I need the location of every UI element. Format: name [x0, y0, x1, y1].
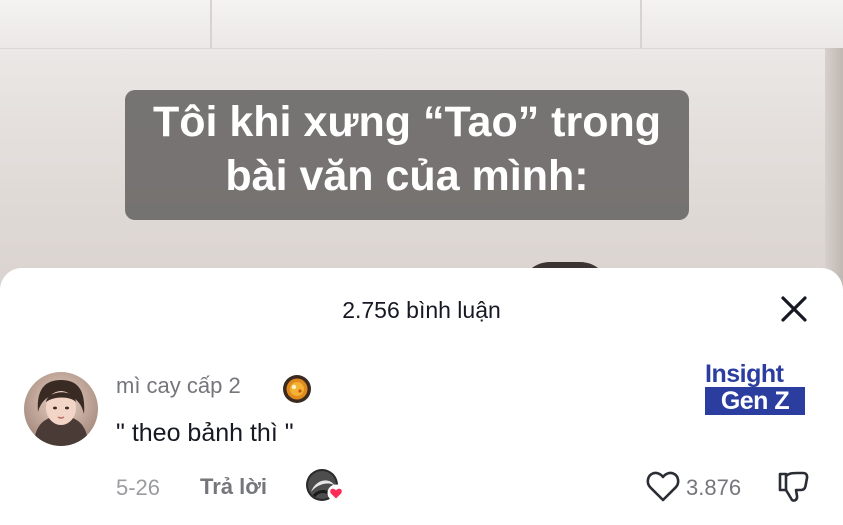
- video-frame[interactable]: Tôi khi xưng “Tao” trong bài văn của mìn…: [0, 0, 843, 300]
- close-icon: [781, 296, 807, 322]
- reply-button[interactable]: Trả lời: [200, 474, 267, 500]
- creator-liked-avatar-icon: [305, 468, 347, 504]
- ceiling-seam: [210, 0, 212, 48]
- video-caption: Tôi khi xưng “Tao” trong bài văn của mìn…: [125, 90, 689, 220]
- ceiling: [0, 0, 843, 49]
- like-count: 3.876: [686, 475, 742, 500]
- screen: Tôi khi xưng “Tao” trong bài văn của mìn…: [0, 0, 843, 525]
- pan-food-icon: [280, 372, 314, 406]
- insight-genz-logo: Insight Gen Z: [703, 360, 807, 418]
- caption-line-1: Tôi khi xưng “Tao” trong: [152, 98, 662, 146]
- comment-username[interactable]: mì cay cấp 2: [116, 373, 241, 399]
- avatar-photo: [24, 372, 98, 446]
- logo-line-1: Insight: [705, 360, 784, 388]
- wall-edge: [825, 48, 843, 300]
- avatar[interactable]: [24, 372, 98, 446]
- logo-line-2: Gen Z: [705, 387, 805, 415]
- close-button[interactable]: [778, 293, 810, 325]
- thumbs-down-icon: [778, 471, 809, 502]
- comment-date: 5-26: [116, 475, 161, 500]
- like-button[interactable]: [645, 469, 681, 503]
- ceiling-seam: [640, 0, 642, 48]
- comments-count-title: 2.756 bình luận: [342, 297, 501, 323]
- caption-line-2: bài văn của mình:: [225, 152, 589, 200]
- dislike-button[interactable]: [776, 468, 812, 504]
- comment-text: " theo bảnh thì ": [116, 419, 294, 447]
- heart-outline-icon: [646, 471, 680, 502]
